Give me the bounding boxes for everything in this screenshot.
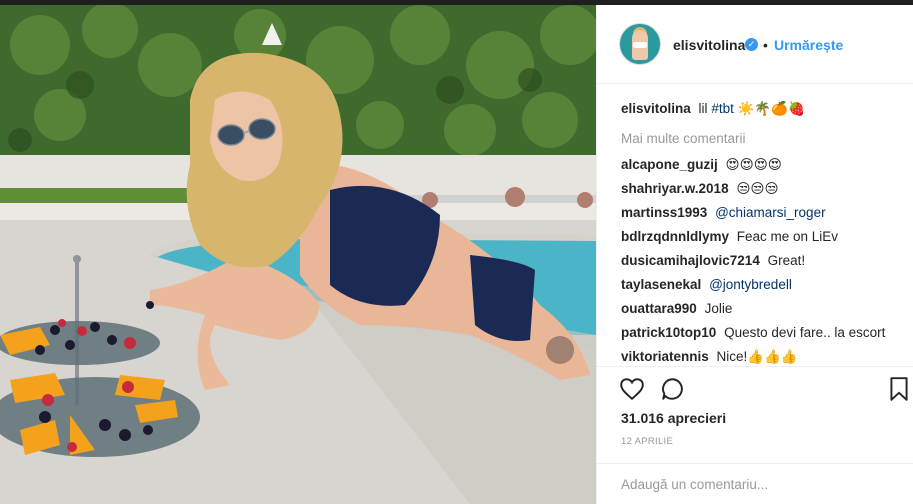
comment-text: Questo devi fare.. la escort	[724, 325, 886, 340]
comment-row: bdlrzqdnnldlymy Feac me on LiEv	[621, 225, 906, 249]
follow-button[interactable]: Urmărește	[774, 37, 843, 53]
post-date: 12 APRILIE	[621, 436, 674, 447]
comment-row: shahriyar.w.2018 😒😒😒	[621, 177, 906, 201]
post-header: elisvitolina ✓ • Urmărește	[597, 5, 913, 84]
more-comments-link[interactable]: Mai multe comentarii	[621, 127, 906, 151]
header-username[interactable]: elisvitolina	[673, 37, 745, 53]
caption-emoji: ☀️🌴🍊🍓	[737, 101, 805, 116]
comment-text: Jolie	[704, 301, 733, 316]
comment-text: 😍😍😍😍	[725, 157, 782, 172]
caption-hashtag[interactable]: #tbt	[711, 101, 734, 116]
comment-text: Great!	[767, 253, 806, 268]
bookmark-icon[interactable]	[886, 376, 912, 402]
post-details-panel: elisvitolina ✓ • Urmărește elisvitolina …	[596, 5, 913, 504]
comment-username[interactable]: dusicamihajlovic7214	[621, 253, 760, 268]
caption: elisvitolina lil #tbt ☀️🌴🍊🍓	[621, 97, 906, 121]
comment-mention[interactable]: @jontybredell	[709, 277, 792, 292]
caption-username[interactable]: elisvitolina	[621, 101, 691, 116]
comment-text: Feac me on LiEv	[736, 229, 839, 244]
comment-username[interactable]: patrick10top10	[621, 325, 716, 340]
verified-badge-icon: ✓	[745, 38, 758, 51]
comment-username[interactable]: shahriyar.w.2018	[621, 181, 729, 196]
comment-username[interactable]: viktoriatennis	[621, 349, 709, 364]
comment-row: patrick10top10 Questo devi fare.. la esc…	[621, 321, 906, 345]
comment-text: 😒😒😒	[736, 181, 779, 196]
comment-mention[interactable]: @chiamarsi_roger	[715, 205, 826, 220]
comment-row: taylasenekal @jontybredell	[621, 273, 906, 297]
comment-username[interactable]: martinss1993	[621, 205, 707, 220]
avatar[interactable]	[619, 23, 661, 65]
add-comment-bar	[597, 463, 913, 504]
photo-illustration	[0, 5, 596, 504]
comment-icon[interactable]	[660, 376, 686, 402]
comments-list: elisvitolina lil #tbt ☀️🌴🍊🍓 Mai multe co…	[621, 97, 906, 369]
comment-row: martinss1993 @chiamarsi_roger	[621, 201, 906, 225]
action-bar	[597, 366, 913, 406]
post-photo[interactable]	[0, 5, 596, 504]
likes-count[interactable]: 31.016 aprecieri	[621, 410, 726, 426]
comment-username[interactable]: taylasenekal	[621, 277, 701, 292]
comment-row: dusicamihajlovic7214 Great!	[621, 249, 906, 273]
heart-icon[interactable]	[619, 376, 645, 402]
comment-row: alcapone_guzij 😍😍😍😍	[621, 153, 906, 177]
comment-username[interactable]: bdlrzqdnnldlymy	[621, 229, 729, 244]
comment-username[interactable]: alcapone_guzij	[621, 157, 718, 172]
separator-dot: •	[763, 37, 768, 53]
comment-input[interactable]	[621, 474, 891, 494]
comment-username[interactable]: ouattara990	[621, 301, 697, 316]
caption-text: lil	[698, 101, 708, 116]
comment-row: ouattara990 Jolie	[621, 297, 906, 321]
comment-text: Nice!👍👍👍	[716, 349, 798, 364]
